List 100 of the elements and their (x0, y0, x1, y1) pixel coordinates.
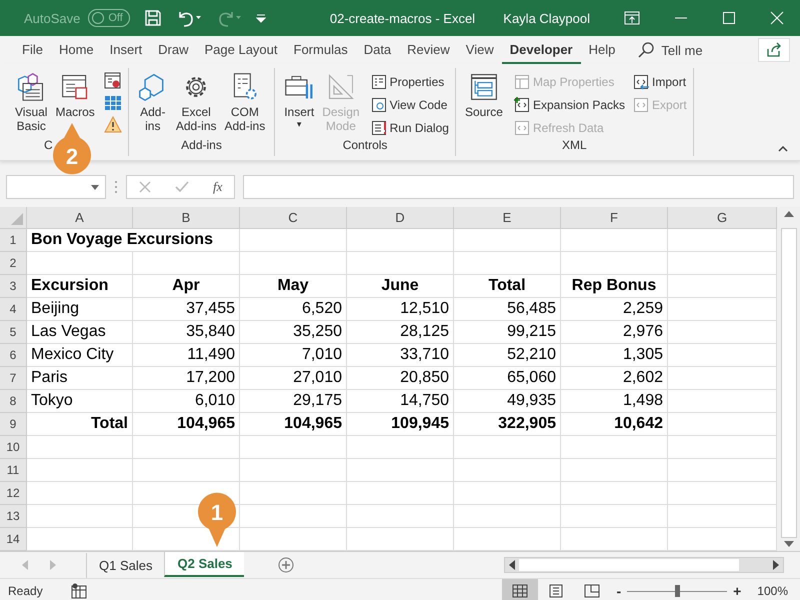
insert-function-button[interactable]: fx (213, 179, 222, 195)
table-cell: 1,498 (561, 390, 668, 413)
table-cell: Rep Bonus (561, 275, 668, 298)
table-cell: Total (27, 413, 133, 436)
row-header[interactable]: 4 (0, 298, 27, 321)
scroll-down-icon[interactable] (784, 541, 794, 547)
column-header[interactable]: A (27, 207, 133, 229)
row-header[interactable]: 11 (0, 459, 27, 482)
ribbon-small-button[interactable]: Run Dialog (370, 118, 449, 137)
column-header[interactable]: F (561, 207, 668, 229)
table-cell: Apr (133, 275, 240, 298)
table-cell: 14,750 (347, 390, 454, 413)
ribbon-tab[interactable]: Review (399, 36, 458, 64)
column-header[interactable]: D (347, 207, 454, 229)
scroll-thumb[interactable] (519, 559, 739, 571)
ribbon-button[interactable]: COM Add-ins (222, 72, 268, 133)
callout-badge: 1 (197, 491, 237, 547)
ribbon-button[interactable]: Source (462, 72, 506, 119)
code-document-icon[interactable] (633, 74, 650, 90)
ribbon-tab[interactable]: Developer (502, 36, 581, 64)
tell-me-field[interactable]: Tell me (661, 42, 732, 58)
ribbon-tab[interactable]: Formulas (286, 36, 356, 64)
ribbon-tab[interactable]: Insert (102, 36, 150, 64)
ribbon-small-button[interactable]: Expansion Packs (514, 95, 626, 114)
view-button[interactable] (502, 579, 538, 600)
table-cell: 20,850 (347, 367, 454, 390)
scroll-left-icon[interactable] (509, 560, 515, 570)
ribbon-tab[interactable]: View (458, 36, 502, 64)
table-cell: 56,485 (454, 298, 561, 321)
ribbon-tab[interactable]: Data (356, 36, 400, 64)
column-header[interactable]: B (133, 207, 240, 229)
table-cell: 2,976 (561, 321, 668, 344)
row-header[interactable]: 13 (0, 505, 27, 528)
status-text: Ready (8, 584, 43, 598)
ribbon-tab[interactable]: File (14, 36, 51, 64)
ribbon-tab[interactable]: Home (50, 36, 102, 64)
ribbon-button[interactable]: Add- ins (134, 72, 171, 133)
zoom-in-button[interactable]: + (727, 583, 748, 599)
table-cell: 2,259 (561, 298, 668, 321)
row-header[interactable]: 9 (0, 413, 27, 436)
ribbon-small-button[interactable]: Properties (370, 72, 449, 91)
row-header[interactable]: 12 (0, 482, 27, 505)
row-header[interactable]: 3 (0, 275, 27, 298)
macro-record-icon[interactable] (70, 583, 87, 599)
table-cell: May (240, 275, 347, 298)
customize-icon[interactable] (256, 13, 266, 23)
window-title: 02-create-macros - Excel (330, 10, 476, 26)
column-header[interactable]: E (454, 207, 561, 229)
ribbon-tab[interactable]: Help (580, 36, 624, 64)
scroll-right-icon[interactable] (773, 560, 779, 570)
share-icon[interactable] (766, 42, 782, 58)
ribbon-button[interactable]: Macros (52, 72, 98, 119)
record-icon[interactable] (104, 72, 122, 90)
row-header[interactable]: 6 (0, 344, 27, 367)
collapse-ribbon-icon[interactable] (778, 146, 788, 152)
table-cell: 7,010 (240, 344, 347, 367)
formula-field[interactable] (243, 175, 794, 199)
normal-view-icon[interactable] (512, 584, 528, 598)
table-cell: 65,060 (454, 367, 561, 390)
ribbon-button[interactable]: Insert ▾ (281, 72, 318, 129)
user-name[interactable]: Kayla Claypool (503, 10, 590, 26)
group-label: Controls (342, 138, 388, 154)
row-header[interactable]: 7 (0, 367, 27, 390)
ribbon-button[interactable]: Visual Basic (12, 72, 50, 133)
ribbon-display-icon[interactable] (624, 11, 640, 25)
row-header[interactable]: 5 (0, 321, 27, 344)
group-label: XML (562, 138, 587, 154)
scroll-up-icon[interactable] (784, 211, 794, 217)
table-cell: Mexico City (27, 344, 133, 367)
row-header[interactable]: 8 (0, 390, 27, 413)
row-header[interactable]: 10 (0, 436, 27, 459)
ribbon-small-button[interactable]: Import (633, 72, 687, 91)
ribbon-tab[interactable]: Draw (150, 36, 196, 64)
table-cell: Beijing (27, 298, 133, 321)
autosave-label: AutoSave (24, 10, 80, 26)
sheet-tab[interactable]: Q2 Sales (164, 552, 244, 577)
row-header[interactable]: 1 (0, 229, 27, 252)
code-document-icon[interactable] (514, 96, 530, 112)
warning-icon[interactable] (104, 116, 122, 134)
ribbon-small-button[interactable]: View Code (370, 95, 449, 114)
ribbon-button[interactable]: Excel Add-ins (172, 72, 220, 133)
zoom-out-button[interactable]: - (610, 583, 628, 599)
save-icon[interactable] (144, 9, 162, 27)
tree-panel-icon[interactable] (468, 72, 499, 102)
document-exclamation-icon[interactable] (370, 120, 387, 136)
search-icon[interactable] (637, 41, 656, 59)
share-button[interactable] (758, 38, 790, 62)
page-break-icon[interactable] (584, 584, 600, 598)
close-icon[interactable] (770, 11, 784, 25)
page-layout-icon[interactable] (548, 584, 564, 598)
ribbon-tab[interactable]: Page Layout (196, 36, 286, 64)
dropdown-arrow-icon[interactable] (91, 184, 99, 190)
maximize-icon[interactable] (722, 11, 736, 25)
list-icon[interactable] (370, 74, 387, 90)
zoom-level[interactable]: 100% (757, 584, 788, 598)
row-header[interactable]: 2 (0, 252, 27, 275)
new-sheet-icon[interactable] (278, 557, 294, 573)
scroll-thumb[interactable] (780, 228, 796, 538)
row-header[interactable]: 14 (0, 528, 27, 551)
column-header[interactable]: C (240, 207, 347, 229)
